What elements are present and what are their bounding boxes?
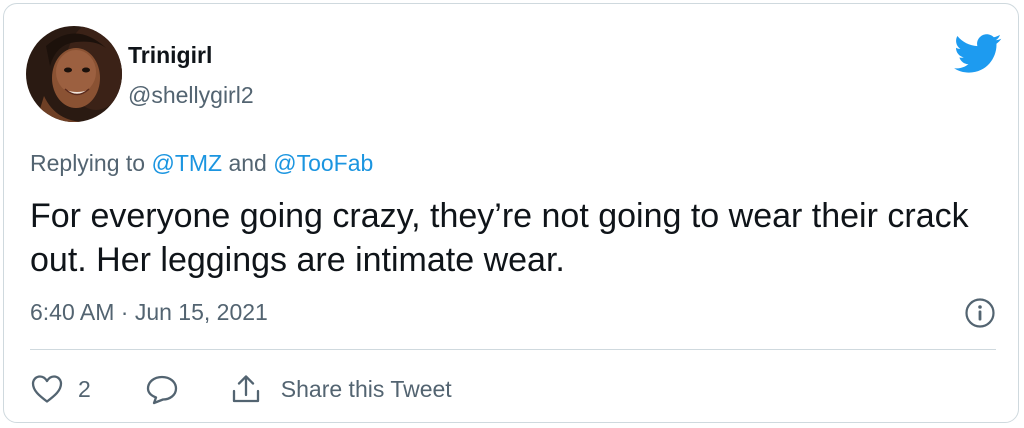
mention-toofab-link[interactable]: @TooFab [273, 150, 373, 176]
heart-icon [30, 373, 64, 405]
like-count: 2 [78, 375, 91, 402]
speech-bubble-icon [145, 373, 179, 405]
tweet-card[interactable]: Trinigirl @shellygirl2 Replying to @TMZ … [3, 3, 1019, 423]
reply-button[interactable] [145, 373, 179, 405]
replying-to-conjunction: and [222, 150, 274, 176]
mention-tmz-link[interactable]: @TMZ [151, 150, 222, 176]
replying-to-line: Replying to @TMZ and @TooFab [30, 150, 373, 177]
divider [30, 349, 996, 350]
author-display-name[interactable]: Trinigirl [128, 42, 212, 69]
share-upload-icon [229, 373, 263, 405]
share-label: Share this Tweet [280, 375, 452, 402]
author-handle[interactable]: @shellygirl2 [128, 82, 254, 109]
avatar[interactable] [26, 26, 122, 122]
share-button[interactable]: Share this Tweet [229, 373, 452, 405]
twitter-bird-icon[interactable] [954, 34, 1002, 74]
tweet-text: For everyone going crazy, they’re not go… [30, 197, 969, 279]
replying-to-prefix: Replying to [30, 150, 152, 176]
tweet-actions: 2 Share this Tweet [30, 366, 452, 412]
tweet-timestamp[interactable]: 6:40 AM · Jun 15, 2021 [30, 299, 268, 326]
like-button[interactable]: 2 [30, 373, 91, 405]
info-icon[interactable] [964, 297, 996, 329]
avatar-photo [26, 26, 122, 122]
